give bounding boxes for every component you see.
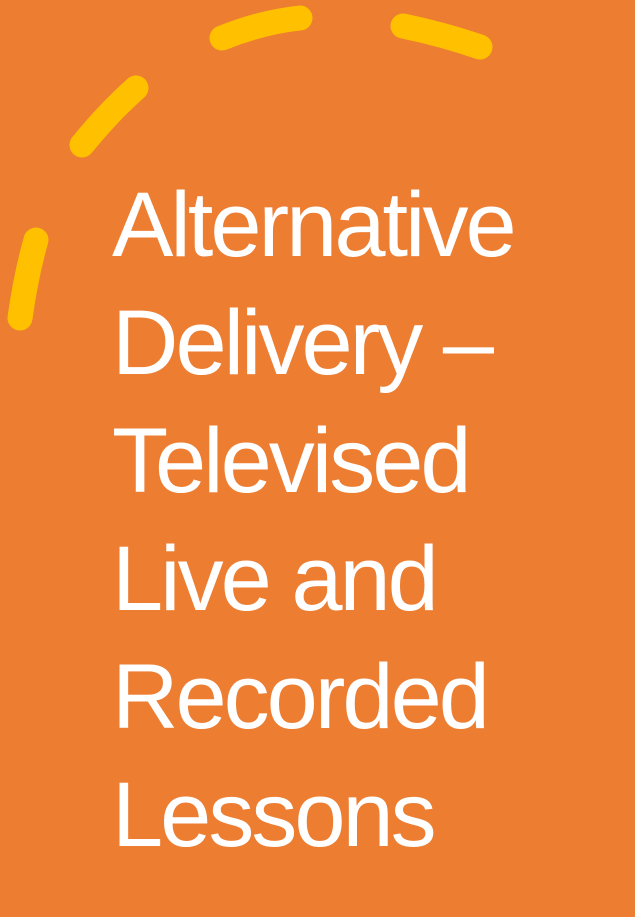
arc-dash (7, 227, 49, 331)
title-line: Lessons (112, 764, 437, 866)
title-line: Recorded (112, 646, 490, 748)
slide-title: Alternative Delivery – Televised Live an… (112, 166, 632, 874)
title-line: Alternative (112, 174, 517, 276)
title-line: Televised (112, 410, 472, 512)
arc-dash (69, 75, 149, 158)
title-line: Delivery – (112, 292, 494, 394)
title-line: Live and (112, 528, 439, 630)
slide: Alternative Delivery – Televised Live an… (0, 0, 635, 917)
arc-dash (390, 13, 493, 60)
arc-dash (209, 5, 313, 51)
